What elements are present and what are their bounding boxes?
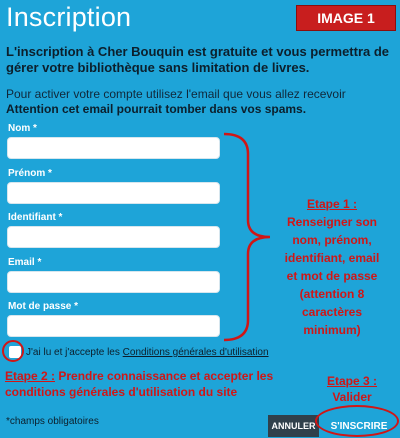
required-note: *champs obligatoires (6, 416, 99, 427)
submit-button[interactable]: S'INSCRIRE (323, 415, 395, 437)
step3-annotation: Etape 3 : Valider (320, 373, 384, 405)
curly-brace-annotation (223, 132, 271, 342)
terms-link[interactable]: Conditions générales d'utilisation (123, 347, 269, 358)
prenom-label: Prénom * (8, 168, 52, 179)
checkbox-circle-annotation (2, 340, 24, 362)
intro-text: L'inscription à Cher Bouquin est gratuit… (6, 44, 390, 75)
step2-annotation: Etape 2 : Prendre connaissance et accept… (5, 368, 305, 400)
email-label: Email * (8, 257, 42, 268)
step2-title: Etape 2 : (5, 369, 56, 383)
identifiant-label: Identifiant * (8, 212, 63, 223)
spam-warning: Attention cet email pourrait tomber dans… (6, 102, 307, 116)
nom-label: Nom * (8, 123, 37, 134)
step1-annotation: Etape 1 : Renseigner son nom, prénom, id… (282, 195, 382, 339)
step1-title: Etape 1 : (306, 197, 357, 211)
password-input[interactable] (7, 315, 220, 337)
page-title: Inscription (6, 2, 132, 32)
password-label: Mot de passe * (8, 301, 79, 312)
step3-title: Etape 3 : (326, 374, 377, 388)
email-input[interactable] (7, 271, 220, 293)
terms-text: J'ai lu et j'accepte les Conditions géné… (26, 347, 269, 358)
step3-text: Valider (332, 390, 372, 404)
nom-input[interactable] (7, 137, 220, 159)
step1-text: Renseigner son nom, prénom, identifiant,… (284, 215, 380, 337)
activation-info: Pour activer votre compte utilisez l'ema… (6, 87, 346, 101)
cancel-button[interactable]: ANNULER (268, 415, 319, 437)
image-badge: IMAGE 1 (296, 5, 396, 31)
terms-prefix: J'ai lu et j'accepte les (26, 347, 120, 358)
prenom-input[interactable] (7, 182, 220, 204)
identifiant-input[interactable] (7, 226, 220, 248)
